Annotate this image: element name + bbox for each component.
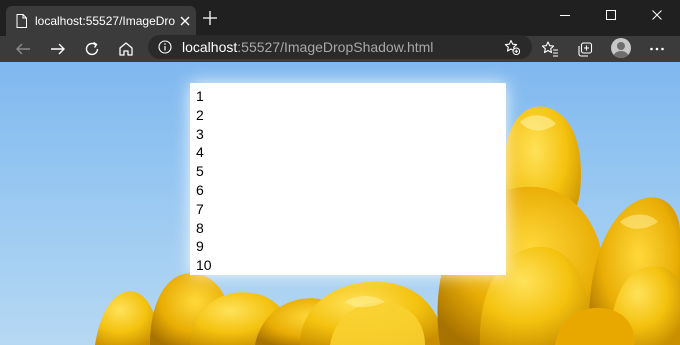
list-item: 2 [196, 106, 204, 123]
home-icon [119, 42, 133, 56]
home-button[interactable] [116, 39, 136, 59]
list-item: 8 [196, 219, 204, 236]
maximize-button[interactable] [588, 0, 634, 30]
browser-toolbar: localhost:55527/ImageDropShadow.html [0, 35, 680, 62]
more-button[interactable] [647, 39, 667, 59]
back-button[interactable] [13, 39, 33, 59]
favorites-button[interactable] [540, 39, 560, 59]
forward-button[interactable] [48, 39, 68, 59]
list-item: 5 [196, 163, 204, 180]
list-item: 6 [196, 181, 204, 198]
back-arrow-icon [16, 43, 30, 55]
collections-icon [578, 42, 593, 57]
star-plus-icon[interactable] [504, 39, 520, 55]
tab-strip: localhost:55527/ImageDropShadow.html [0, 0, 680, 36]
collections-button[interactable] [575, 39, 595, 59]
avatar[interactable] [611, 38, 631, 58]
page-icon [16, 14, 27, 28]
plus-icon[interactable] [201, 9, 219, 27]
tab-title: localhost:55527/ImageDropShadow.html [35, 14, 175, 28]
refresh-button[interactable] [82, 39, 102, 59]
content-panel: 1 2 3 4 5 6 7 8 9 10 [190, 83, 506, 275]
url-host: localhost [182, 39, 238, 55]
close-window-button[interactable] [634, 0, 680, 30]
list-item: 3 [196, 125, 204, 142]
favorites-icon [541, 41, 558, 57]
close-icon [652, 10, 662, 20]
browser-tab[interactable]: localhost:55527/ImageDropShadow.html [6, 6, 196, 36]
list-item: 10 [196, 257, 212, 274]
more-icon [650, 47, 664, 51]
list-item: 1 [196, 88, 204, 104]
profile-icon [613, 42, 629, 58]
minimize-icon [560, 15, 570, 16]
url-path: :55527/ImageDropShadow.html [237, 39, 434, 55]
list-item: 4 [196, 144, 204, 161]
info-icon[interactable] [158, 40, 172, 54]
refresh-icon [85, 41, 99, 56]
forward-arrow-icon [51, 43, 65, 55]
list-item: 9 [196, 238, 204, 255]
minimize-button[interactable] [542, 0, 588, 30]
url-text[interactable]: localhost:55527/ImageDropShadow.html [182, 38, 433, 56]
maximize-icon [606, 10, 616, 20]
page-viewport: 1 2 3 4 5 6 7 8 9 10 [0, 62, 680, 345]
list-item: 7 [196, 200, 204, 217]
close-icon[interactable] [178, 14, 192, 28]
address-bar[interactable]: localhost:55527/ImageDropShadow.html [148, 35, 532, 59]
